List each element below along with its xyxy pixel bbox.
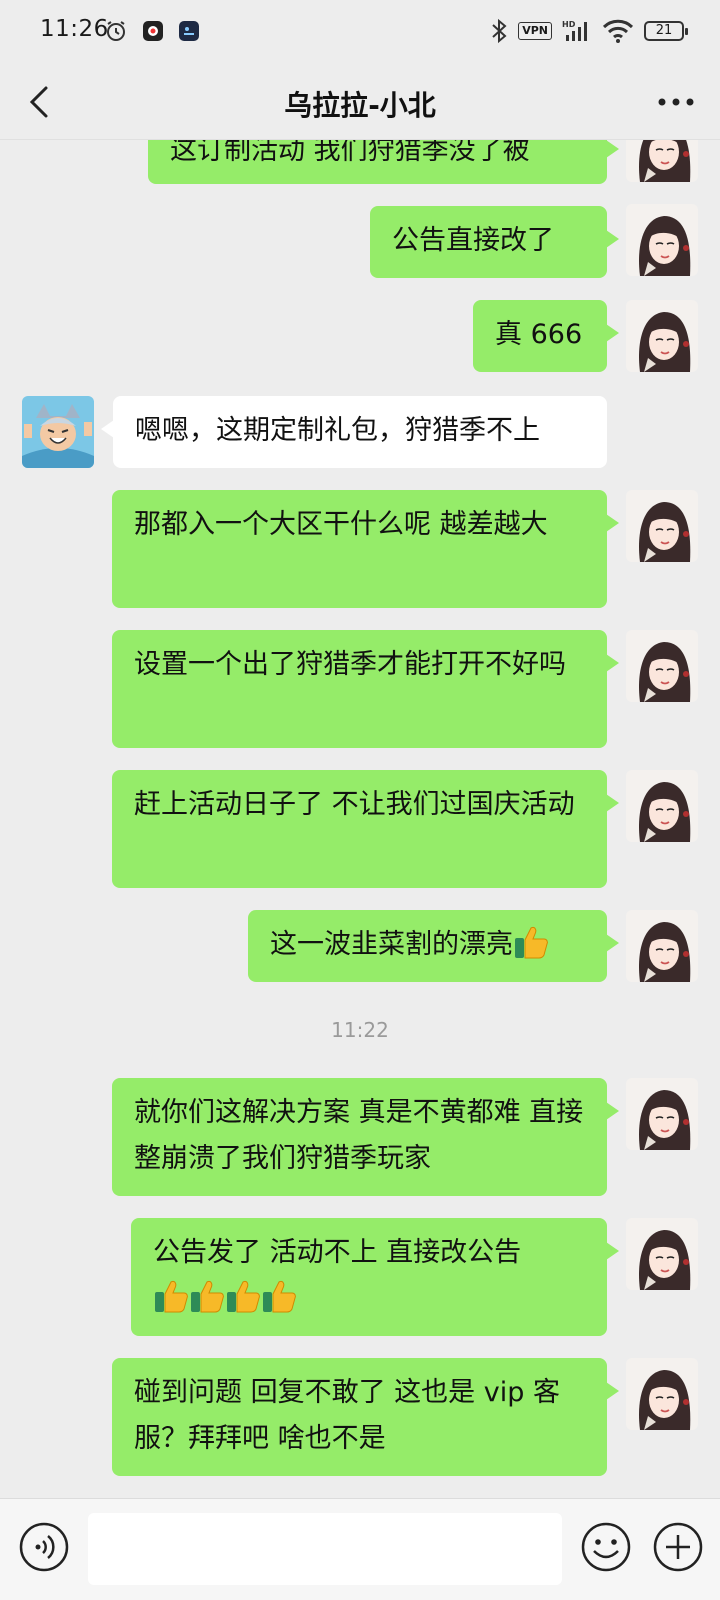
self-avatar[interactable] [626, 204, 698, 276]
self-avatar[interactable] [626, 1358, 698, 1430]
voice-input-icon[interactable] [18, 1521, 70, 1573]
thumbs-up-emoji-icon [262, 1280, 296, 1313]
message-text: 公告直接改了 [392, 225, 554, 256]
more-options-icon[interactable] [654, 84, 698, 120]
message-text: 公告发了 活动不上 直接改公告 [153, 1237, 522, 1268]
message-list[interactable]: 这订制活动 我们狩猎季没了被 公告直接改了 真 666 嗯嗯，这期定制礼包，狩猎… [0, 140, 720, 1498]
message-bubble-outgoing[interactable]: 那都入一个大区干什么呢 越差越大 [112, 490, 619, 608]
message-bubble-incoming[interactable]: 嗯嗯，这期定制礼包，狩猎季不上 [101, 396, 607, 468]
more-functions-plus-icon[interactable] [652, 1521, 704, 1573]
self-avatar[interactable] [626, 490, 698, 562]
message-input-bar [0, 1498, 720, 1600]
message-text: 那都入一个大区干什么呢 越差越大 [134, 509, 548, 540]
battery-indicator: 21 [644, 21, 688, 41]
self-avatar[interactable] [626, 300, 698, 372]
self-avatar[interactable] [626, 140, 698, 182]
signal-icon: HD [562, 20, 587, 41]
message-bubble-outgoing[interactable]: 公告发了 活动不上 直接改公告 [131, 1218, 619, 1336]
chat-header: 乌拉拉-小北 [0, 64, 720, 140]
bluetooth-icon [492, 18, 507, 44]
app-notification-icon [143, 21, 163, 41]
message-timestamp: 11:22 [331, 1018, 389, 1042]
message-bubble-outgoing[interactable]: 这订制活动 我们狩猎季没了被 [148, 140, 619, 184]
message-text: 就你们这解决方案 真是不黄都难 直接整崩溃了我们狩猎季玩家 [134, 1097, 584, 1174]
game-notification-icon [179, 21, 199, 41]
chat-title: 乌拉拉-小北 [284, 89, 436, 122]
status-bar: 11:26 VPN HD 21 [0, 0, 720, 64]
message-text: 设置一个出了狩猎季才能打开不好吗 [134, 649, 566, 680]
message-bubble-outgoing[interactable]: 公告直接改了 [370, 206, 619, 278]
thumbs-up-emoji-icon [190, 1280, 224, 1313]
message-bubble-outgoing[interactable]: 就你们这解决方案 真是不黄都难 直接整崩溃了我们狩猎季玩家 [112, 1078, 619, 1196]
wifi-icon [602, 19, 634, 43]
message-text: 碰到问题 回复不敢了 这也是 vip 客服？拜拜吧 啥也不是 [134, 1377, 560, 1454]
message-bubble-outgoing[interactable]: 碰到问题 回复不敢了 这也是 vip 客服？拜拜吧 啥也不是 [112, 1358, 619, 1476]
self-avatar[interactable] [626, 910, 698, 982]
vpn-badge: VPN [518, 22, 552, 40]
message-text: 嗯嗯，这期定制礼包，狩猎季不上 [135, 415, 540, 446]
message-bubble-outgoing[interactable]: 真 666 [473, 300, 619, 372]
status-right-icons: VPN HD 21 [490, 18, 688, 44]
alarm-icon [107, 21, 125, 41]
thumbs-up-emoji-icon [154, 1280, 188, 1313]
thumbs-up-emoji-icon [514, 926, 548, 959]
svg-text:HD: HD [562, 20, 576, 29]
message-bubble-outgoing[interactable]: 这一波韭菜割的漂亮 [248, 910, 619, 982]
message-text: 真 666 [495, 319, 583, 350]
emoji-icon[interactable] [580, 1521, 632, 1573]
message-input[interactable] [88, 1513, 562, 1585]
message-text: 赶上活动日子了 不让我们过国庆活动 [134, 789, 575, 820]
status-time: 11:26 [40, 16, 109, 42]
message-text: 这一波韭菜割的漂亮 [270, 929, 513, 960]
message-bubble-outgoing[interactable]: 设置一个出了狩猎季才能打开不好吗 [112, 630, 619, 748]
status-left-icons [104, 19, 200, 43]
message-bubble-outgoing[interactable]: 赶上活动日子了 不让我们过国庆活动 [112, 770, 619, 888]
self-avatar[interactable] [626, 630, 698, 702]
message-text: 这订制活动 我们狩猎季没了被 [170, 140, 530, 166]
self-avatar[interactable] [626, 1218, 698, 1290]
contact-avatar[interactable] [22, 396, 94, 468]
thumbs-up-emoji-icon [226, 1280, 260, 1313]
self-avatar[interactable] [626, 770, 698, 842]
self-avatar[interactable] [626, 1078, 698, 1150]
